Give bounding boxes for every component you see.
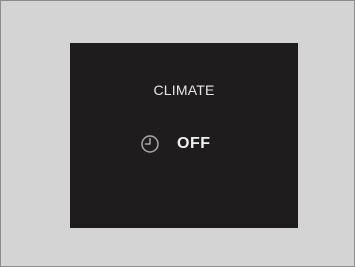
climate-display-screen: CLIMATE OFF <box>70 43 298 228</box>
climate-status-value: OFF <box>177 135 211 152</box>
display-frame: CLIMATE OFF <box>0 0 355 267</box>
climate-status-row: OFF <box>70 133 298 155</box>
screen-title: CLIMATE <box>153 82 215 98</box>
clock-icon <box>140 134 160 154</box>
